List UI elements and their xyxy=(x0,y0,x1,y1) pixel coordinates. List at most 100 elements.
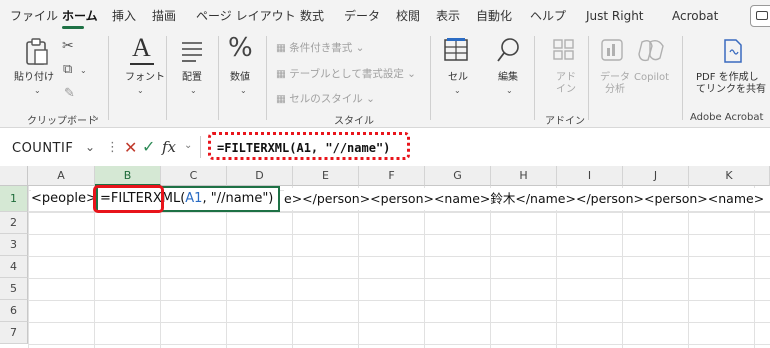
name-box-caret-icon[interactable]: ⌄ xyxy=(85,140,95,154)
styles-group-label: スタイル xyxy=(334,116,374,127)
clipboard-launcher-icon[interactable]: ↘ xyxy=(92,112,99,124)
row-header-7[interactable]: 7 xyxy=(0,322,28,344)
font-button[interactable]: フォント xyxy=(125,72,165,84)
cells-button[interactable]: セル xyxy=(448,72,468,84)
column-header-j[interactable]: J xyxy=(623,166,689,186)
b1-cell-reference: A1 xyxy=(185,191,203,206)
column-header-e[interactable]: E xyxy=(293,166,359,186)
copy-icon[interactable]: ⧉ xyxy=(63,63,72,76)
tab-acrobat[interactable]: Acrobat xyxy=(672,9,718,23)
editing-button[interactable]: 編集 xyxy=(498,72,518,84)
tab-view[interactable]: 表示 xyxy=(436,9,460,23)
b1-formula-suffix: , "//name") xyxy=(202,191,274,206)
active-tab-indicator xyxy=(62,26,84,29)
cancel-icon[interactable]: ✕ xyxy=(124,138,137,157)
worksheet-grid: A B C D E F G H I J K 1 2 3 4 5 6 7 <peo… xyxy=(0,166,770,348)
formula-highlight-box xyxy=(208,132,410,160)
data-analysis-button[interactable]: データ 分析 xyxy=(600,72,630,96)
alignment-caret-icon[interactable]: ⌄ xyxy=(190,86,197,95)
alignment-icon xyxy=(182,42,202,62)
cells-icon xyxy=(444,38,468,61)
column-header-a[interactable]: A xyxy=(28,166,95,186)
separator xyxy=(218,36,219,120)
conditional-formatting-button[interactable]: ▦ 条件付き書式 ⌄ xyxy=(276,40,364,55)
row-header-6[interactable]: 6 xyxy=(0,300,28,322)
formula-bar-grip-icon[interactable]: ⋮ xyxy=(106,140,119,155)
font-caret-icon[interactable]: ⌄ xyxy=(137,86,144,95)
tab-file[interactable]: ファイル xyxy=(10,9,58,23)
tab-just-right[interactable]: Just Right xyxy=(586,9,644,23)
paste-caret-icon[interactable]: ⌄ xyxy=(34,86,41,95)
separator xyxy=(266,36,267,120)
format-painter-icon[interactable]: ✎ xyxy=(64,87,75,100)
tab-data[interactable]: データ xyxy=(344,9,380,23)
cells-caret-icon[interactable]: ⌄ xyxy=(454,86,461,95)
tab-formulas[interactable]: 数式 xyxy=(300,9,324,23)
cell-styles-icon: ▦ xyxy=(276,93,290,105)
font-underline-icon xyxy=(130,63,154,65)
tab-page-layout[interactable]: ページ レイアウト xyxy=(196,9,296,23)
cut-icon[interactable]: ✂ xyxy=(62,39,74,53)
comments-button[interactable] xyxy=(750,5,770,27)
clipboard-group-label: クリップボード xyxy=(27,116,97,127)
function-caret-icon[interactable]: ⌄ xyxy=(184,140,192,151)
column-header-f[interactable]: F xyxy=(359,166,425,186)
adobe-group-label: Adobe Acrobat xyxy=(690,112,764,123)
tab-review[interactable]: 校閲 xyxy=(396,9,420,23)
addins-group-label: アドイン xyxy=(545,116,585,127)
enter-icon[interactable]: ✓ xyxy=(142,137,155,156)
comment-icon xyxy=(756,11,768,20)
number-button[interactable]: 数値 xyxy=(230,72,250,84)
alignment-button[interactable]: 配置 xyxy=(182,72,202,84)
create-pdf-button[interactable]: PDF を作成し てリンクを共有 xyxy=(696,72,766,96)
tab-help[interactable]: ヘルプ xyxy=(530,9,566,23)
ribbon-tab-bar: ファイル ホーム 挿入 描画 ページ レイアウト 数式 データ 校閲 表示 自動… xyxy=(0,0,770,30)
select-all-button[interactable] xyxy=(0,166,28,186)
column-header-h[interactable]: H xyxy=(491,166,557,186)
separator xyxy=(108,36,109,120)
cell-a1-overflow-text: e></person><person><name>鈴木</name></pers… xyxy=(284,188,770,210)
font-icon: A xyxy=(132,33,151,62)
row-header-4[interactable]: 4 xyxy=(0,256,28,278)
formula-bar: COUNTIF ⌄ ⋮ ✕ ✓ fx ⌄ =FILTERXML(A1, "//n… xyxy=(0,128,770,166)
column-header-k[interactable]: K xyxy=(689,166,770,186)
insert-function-button[interactable]: fx xyxy=(162,138,176,156)
row-header-2[interactable]: 2 xyxy=(0,212,28,234)
copilot-button[interactable]: Copilot xyxy=(634,72,669,84)
editing-caret-icon[interactable]: ⌄ xyxy=(506,86,513,95)
separator xyxy=(534,36,535,120)
create-pdf-icon xyxy=(724,39,742,63)
format-as-table-label: テーブルとして書式設定 xyxy=(289,68,404,80)
addins-button[interactable]: アド イン xyxy=(556,72,576,96)
search-icon xyxy=(497,38,519,62)
column-header-b[interactable]: B xyxy=(95,166,161,186)
data-analysis-icon xyxy=(601,39,623,61)
column-header-d[interactable]: D xyxy=(227,166,293,186)
number-caret-icon[interactable]: ⌄ xyxy=(240,86,247,95)
tab-automate[interactable]: 自動化 xyxy=(476,9,512,23)
column-header-c[interactable]: C xyxy=(161,166,227,186)
paste-button[interactable]: 貼り付け xyxy=(14,72,54,84)
separator xyxy=(682,36,683,120)
cell-a1[interactable]: <people> xyxy=(31,188,95,210)
copy-caret-icon[interactable]: ⌄ xyxy=(80,66,87,75)
conditional-formatting-label: 条件付き書式 xyxy=(289,42,353,54)
column-header-g[interactable]: G xyxy=(425,166,491,186)
column-header-i[interactable]: I xyxy=(557,166,623,186)
separator xyxy=(200,136,201,158)
tab-insert[interactable]: 挿入 xyxy=(112,9,136,23)
table-icon: ▦ xyxy=(276,68,290,80)
row-header-1[interactable]: 1 xyxy=(0,186,28,212)
row-header-3[interactable]: 3 xyxy=(0,234,28,256)
cell-b1-highlight-box xyxy=(93,185,164,213)
tab-draw[interactable]: 描画 xyxy=(152,9,176,23)
row-header-5[interactable]: 5 xyxy=(0,278,28,300)
name-box[interactable]: COUNTIF xyxy=(12,141,73,156)
tab-home[interactable]: ホーム xyxy=(62,9,98,23)
ribbon: 貼り付け ⌄ ✂ ⧉ ⌄ ✎ クリップボード ↘ A フォント ⌄ 配置 ⌄ %… xyxy=(0,30,770,128)
format-as-table-button[interactable]: ▦ テーブルとして書式設定 ⌄ xyxy=(276,66,416,81)
addins-icon xyxy=(553,39,574,60)
cell-styles-button[interactable]: ▦ セルのスタイル ⌄ xyxy=(276,91,375,106)
conditional-formatting-icon: ▦ xyxy=(276,42,290,54)
copilot-icon xyxy=(638,39,664,62)
